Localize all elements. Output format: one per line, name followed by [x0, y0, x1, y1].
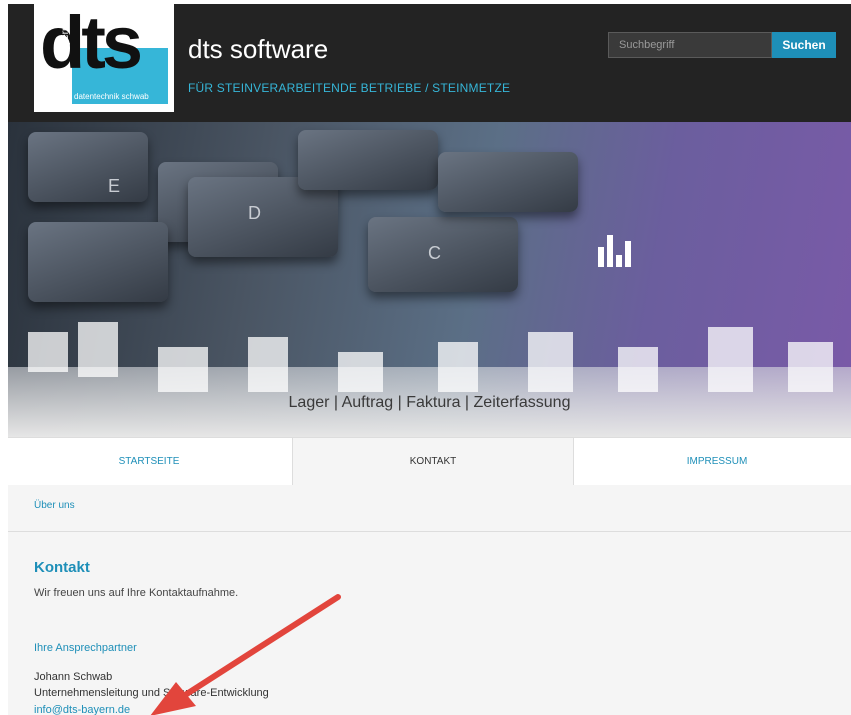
tile-pattern [8, 322, 851, 392]
keyboard-key-image: E [28, 132, 148, 202]
page-title: Kontakt [34, 559, 90, 576]
search-input[interactable]: Suchbegriff [608, 32, 772, 58]
logo-vertical-text: bayern [60, 25, 71, 56]
sub-navigation: Über uns [8, 485, 851, 532]
keyboard-key-image [438, 152, 578, 212]
contact-name: Johann Schwab [34, 671, 113, 683]
keyboard-key-image [28, 222, 168, 302]
keyboard-key-image: C [368, 217, 518, 292]
banner-tagline: Lager | Auftrag | Faktura | Zeiterfassun… [288, 394, 571, 411]
content-area: Kontakt Wir freuen uns auf Ihre Kontakta… [8, 532, 851, 715]
logo-text: dts [40, 4, 143, 84]
main-navigation: STARTSEITE KONTAKT IMPRESSUM [8, 437, 851, 486]
site-subtitle: FÜR STEINVERARBEITENDE BETRIEBE / STEINM… [188, 81, 511, 95]
search-button[interactable]: Suchen [772, 32, 836, 58]
site-title[interactable]: dts software [188, 34, 328, 65]
nav-kontakt[interactable]: KONTAKT [292, 438, 574, 485]
link-ueber-uns[interactable]: Über uns [34, 500, 75, 511]
email-link[interactable]: info@dts-bayern.de [34, 704, 130, 715]
logo-subtext: datentechnik schwab [74, 92, 149, 101]
contact-role: Unternehmensleitung und Software-Entwick… [34, 687, 269, 699]
logo[interactable]: dts bayern datentechnik schwab [34, 4, 174, 112]
page: dts bayern datentechnik schwab dts softw… [8, 4, 851, 715]
keyboard-key-image [298, 130, 438, 190]
nav-startseite[interactable]: STARTSEITE [8, 438, 290, 485]
section-heading: Ihre Ansprechpartner [34, 642, 137, 654]
nav-impressum[interactable]: IMPRESSUM [576, 438, 851, 485]
intro-text: Wir freuen uns auf Ihre Kontaktaufnahme. [34, 587, 239, 599]
hero-banner: E D C [8, 122, 851, 437]
site-header: dts bayern datentechnik schwab dts softw… [8, 4, 851, 122]
